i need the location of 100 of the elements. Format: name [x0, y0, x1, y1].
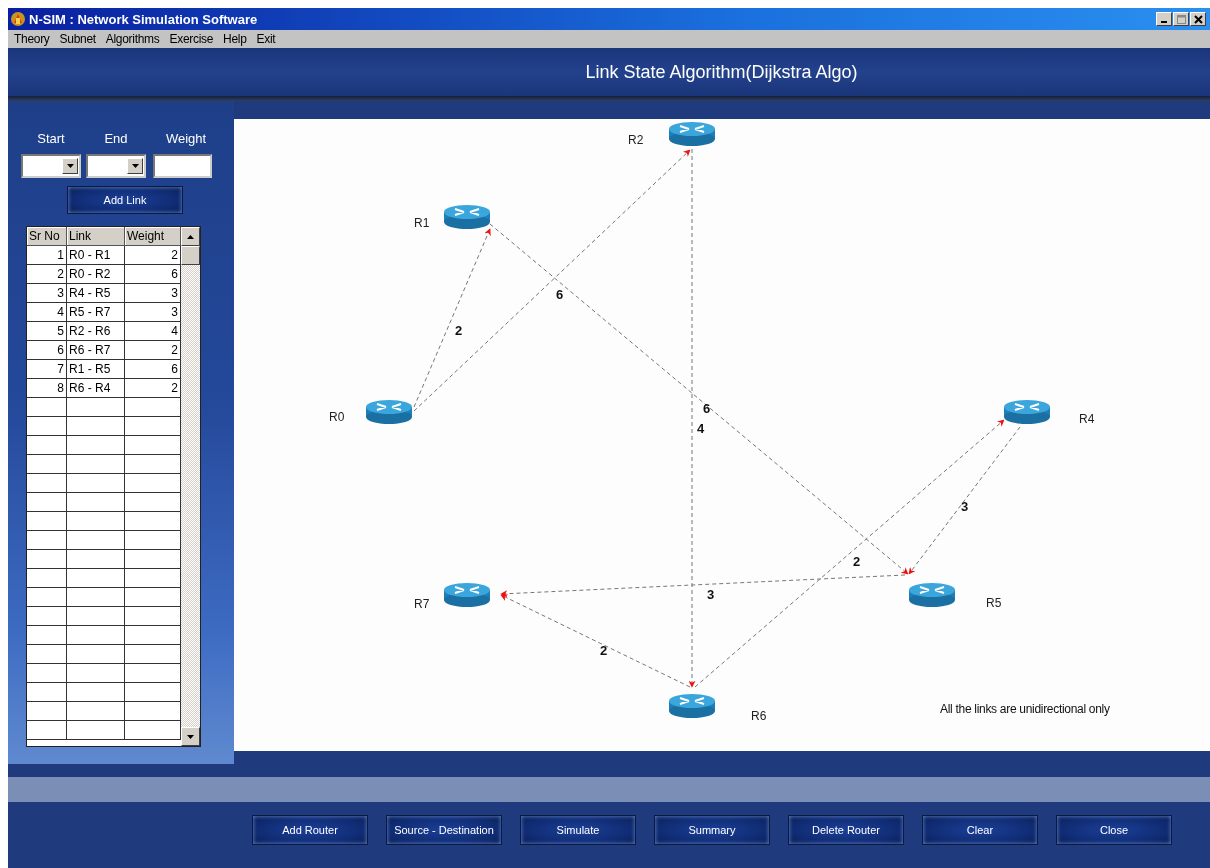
table-cell: R4 - R5 — [67, 284, 125, 303]
table-cell: 6 — [27, 341, 67, 360]
table-cell — [27, 531, 67, 550]
link-weight: 3 — [961, 499, 969, 514]
router-icon — [366, 400, 412, 424]
minimize-button[interactable] — [1156, 12, 1172, 26]
menu-item[interactable]: Help — [223, 32, 247, 46]
router-icon — [669, 122, 715, 146]
link-weight: 2 — [853, 554, 861, 569]
router-label: R1 — [414, 216, 430, 230]
table-cell — [67, 455, 125, 474]
maximize-button[interactable] — [1173, 12, 1189, 26]
table-cell — [67, 550, 125, 569]
table-cell: 2 — [27, 265, 67, 284]
router-label: R0 — [329, 410, 345, 424]
window-title: N-SIM : Network Simulation Software — [29, 11, 259, 27]
table-cell — [67, 436, 125, 455]
router-icon — [444, 583, 490, 607]
close-button[interactable] — [1190, 12, 1206, 26]
table-cell — [27, 398, 67, 417]
weight-label: Weight — [164, 131, 208, 146]
menu-item[interactable]: Algorithms — [105, 32, 160, 46]
router-label: R6 — [751, 709, 767, 723]
table-cell: R0 - R2 — [67, 265, 125, 284]
caret-icon — [66, 164, 74, 168]
table-cell: 3 — [27, 284, 67, 303]
router-icon — [444, 205, 490, 229]
table-cell: 4 — [27, 303, 67, 322]
menu-item[interactable]: Theory — [14, 32, 50, 46]
menu-item[interactable]: Exercise — [169, 32, 214, 46]
router-label: R2 — [628, 133, 644, 147]
end-dropdown[interactable] — [86, 154, 146, 178]
table-cell — [67, 721, 125, 740]
page-title: Link State Algorithm(Dijkstra Algo) — [585, 61, 858, 83]
table-cell: R1 - R5 — [67, 360, 125, 379]
table-cell — [27, 417, 67, 436]
table-cell — [27, 550, 67, 569]
table-cell — [27, 607, 67, 626]
table-cell — [27, 645, 67, 664]
footer-button[interactable]: Delete Router — [788, 815, 904, 845]
canvas-note: All the links are unidirectional only — [940, 702, 1110, 716]
router-label: R5 — [986, 596, 1002, 610]
app-logo-icon — [10, 11, 26, 27]
footer-button[interactable]: Close — [1056, 815, 1172, 845]
start-dropdown[interactable] — [21, 154, 81, 178]
table-cell: R0 - R1 — [67, 246, 125, 265]
table-cell — [27, 474, 67, 493]
footer-button[interactable]: Simulate — [520, 815, 636, 845]
table-cell — [27, 702, 67, 721]
table-cell — [27, 626, 67, 645]
table-cell — [27, 493, 67, 512]
link-weight: 6 — [556, 287, 564, 302]
weight-field[interactable] — [153, 154, 212, 178]
table-cell — [67, 588, 125, 607]
router-icon — [669, 694, 715, 718]
add-link-button[interactable]: Add Link — [67, 186, 183, 214]
table-cell — [27, 436, 67, 455]
table-cell — [67, 607, 125, 626]
link-weight: 2 — [600, 643, 608, 658]
caret-icon — [131, 164, 139, 168]
scroll-up-button[interactable] — [181, 227, 200, 246]
table-cell: R5 - R7 — [67, 303, 125, 322]
table-cell — [67, 417, 125, 436]
table-cell — [27, 569, 67, 588]
column-header[interactable]: Link — [67, 227, 125, 246]
column-header[interactable]: Sr No — [27, 227, 67, 246]
table-cell — [67, 474, 125, 493]
down-arrow-icon — [187, 734, 194, 739]
table-cell — [27, 721, 67, 740]
end-label: End — [103, 131, 129, 146]
table-cell — [27, 664, 67, 683]
table-cell — [67, 664, 125, 683]
column-header[interactable]: Weight — [125, 227, 181, 246]
link-weight: 4 — [697, 421, 705, 436]
up-arrow-icon — [187, 234, 194, 239]
footer-button[interactable]: Clear — [922, 815, 1038, 845]
scrollbar-thumb[interactable] — [181, 246, 200, 265]
table-cell — [27, 512, 67, 531]
table-cell — [27, 455, 67, 474]
router-icon — [1004, 400, 1050, 424]
router-icon — [909, 583, 955, 607]
table-cell — [67, 569, 125, 588]
table-cell: 1 — [27, 246, 67, 265]
table-cell: 8 — [27, 379, 67, 398]
footer-button[interactable]: Source - Destination — [386, 815, 502, 845]
table-cell — [27, 683, 67, 702]
table-cell — [67, 512, 125, 531]
link-weight: 3 — [707, 587, 715, 602]
start-label: Start — [36, 131, 66, 146]
table-cell — [67, 626, 125, 645]
scroll-down-button[interactable] — [181, 727, 200, 746]
table-cell — [67, 398, 125, 417]
table-cell: 7 — [27, 360, 67, 379]
link-weight: 6 — [703, 401, 711, 416]
table-cell — [67, 702, 125, 721]
footer-button[interactable]: Summary — [654, 815, 770, 845]
menu-item[interactable]: Exit — [256, 32, 276, 46]
footer-button[interactable]: Add Router — [252, 815, 368, 845]
menu-item[interactable]: Subnet — [59, 32, 96, 46]
maximize-icon — [1176, 14, 1186, 24]
